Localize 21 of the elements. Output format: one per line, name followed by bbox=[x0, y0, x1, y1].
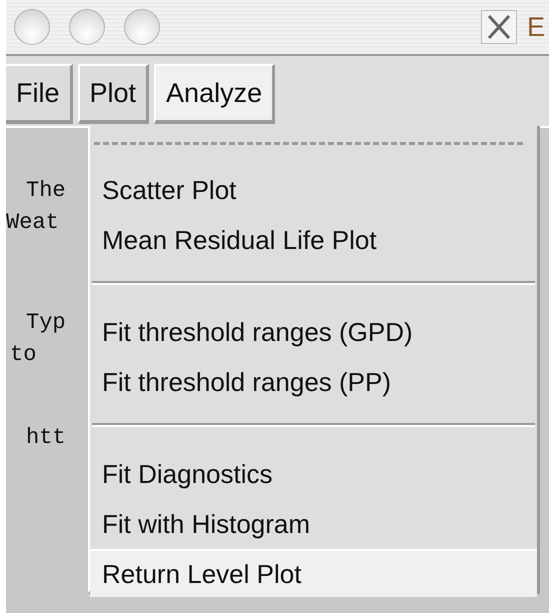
menu-button[interactable]: File bbox=[6, 64, 73, 124]
text-line: The bbox=[26, 178, 66, 203]
menu-item[interactable]: Scatter Plot bbox=[90, 165, 537, 215]
x-icon bbox=[480, 10, 517, 44]
menu-item[interactable]: Fit Diagnostics bbox=[90, 449, 537, 499]
window-button[interactable] bbox=[14, 9, 50, 45]
text-line: to bbox=[10, 342, 36, 367]
menu-item[interactable]: Fit threshold ranges (GPD) bbox=[90, 307, 537, 357]
tear-off-line[interactable] bbox=[94, 142, 523, 145]
text-line: Weat bbox=[6, 210, 59, 235]
window-button[interactable] bbox=[69, 9, 105, 45]
text-line: Typ bbox=[26, 310, 66, 335]
menu-item[interactable]: Return Level Plot bbox=[90, 549, 537, 597]
menu-button[interactable]: Analyze bbox=[154, 64, 276, 124]
menu-button[interactable]: Plot bbox=[78, 64, 150, 124]
window-title: E bbox=[526, 12, 545, 42]
window-button[interactable] bbox=[124, 9, 160, 45]
text-line: htt bbox=[26, 425, 66, 450]
menu-item[interactable]: Mean Residual Life Plot bbox=[90, 215, 537, 265]
menu-item[interactable]: Fit threshold ranges (PP) bbox=[90, 357, 537, 407]
menu-item[interactable]: Fit with Histogram bbox=[90, 499, 537, 549]
